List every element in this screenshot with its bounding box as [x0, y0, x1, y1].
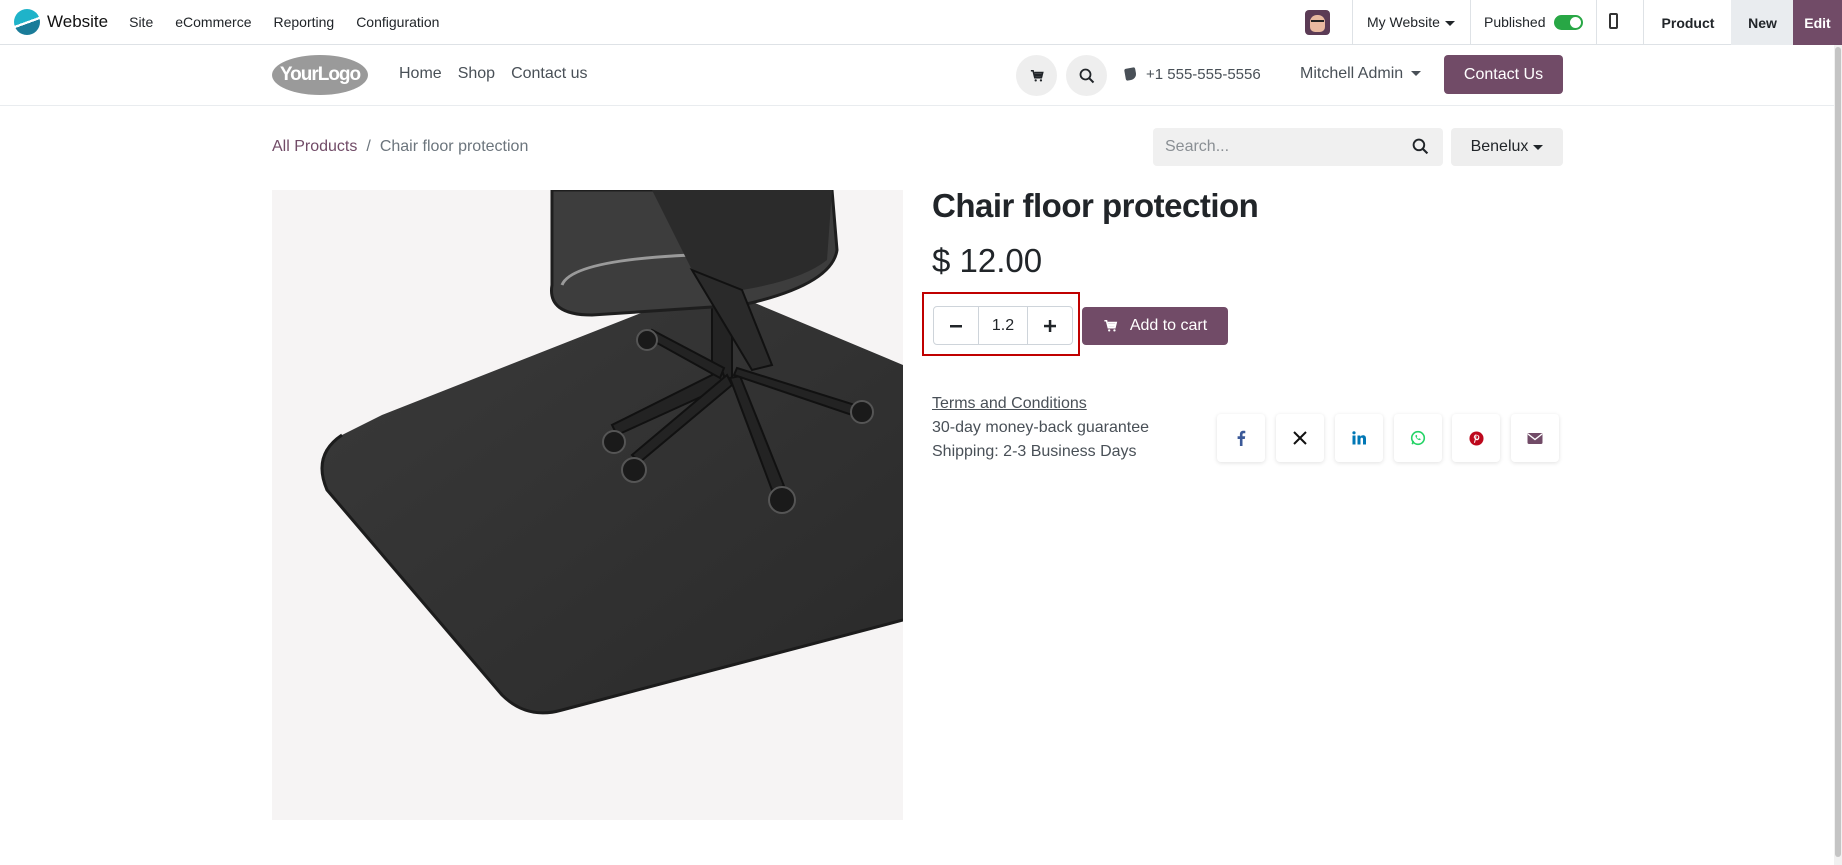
linkedin-icon [1352, 431, 1366, 445]
shipping-text: Shipping: 2-3 Business Days [932, 443, 1137, 460]
x-icon [1293, 431, 1307, 445]
breadcrumb-separator: / [366, 138, 371, 155]
pricelist-dropdown[interactable]: Benelux [1451, 128, 1563, 166]
facebook-icon [1237, 430, 1246, 446]
chevron-down-icon [1533, 144, 1544, 150]
terms-link[interactable]: Terms and Conditions [932, 395, 1087, 413]
email-icon [1527, 432, 1543, 444]
user-avatar[interactable] [1305, 10, 1330, 35]
contact-us-button[interactable]: Contact Us [1444, 55, 1563, 94]
new-button[interactable]: New [1731, 0, 1794, 45]
add-to-cart-button[interactable]: Add to cart [1082, 307, 1228, 345]
mobile-preview-icon[interactable] [1609, 13, 1618, 29]
decrease-quantity-button[interactable] [934, 307, 978, 344]
pinterest-icon [1468, 430, 1484, 446]
menu-configuration[interactable]: Configuration [345, 14, 450, 30]
add-to-cart-label: Add to cart [1129, 317, 1208, 334]
breadcrumb: All Products / Chair floor protection [272, 138, 528, 156]
nav-contact-us[interactable]: Contact us [511, 65, 587, 83]
search-icon[interactable] [1412, 138, 1429, 155]
divider [1596, 0, 1597, 45]
search-input[interactable] [1153, 128, 1403, 166]
published-label: Published [1484, 14, 1546, 30]
scrollbar-thumb[interactable] [1835, 47, 1841, 857]
product-button[interactable]: Product [1643, 0, 1732, 45]
user-menu[interactable]: Mitchell Admin [1300, 65, 1422, 83]
app-brand[interactable]: Website [0, 0, 108, 45]
product-name: Chair floor protection [932, 187, 1259, 224]
divider [1470, 0, 1471, 45]
website-app-icon [14, 9, 40, 35]
edit-button[interactable]: Edit [1793, 0, 1842, 45]
quantity-stepper [933, 306, 1073, 345]
menu-ecommerce[interactable]: eCommerce [164, 14, 262, 30]
chevron-down-icon [1444, 20, 1455, 26]
search-toggle-button[interactable] [1066, 55, 1107, 96]
breadcrumb-current: Chair floor protection [379, 138, 529, 155]
published-toggle[interactable] [1554, 15, 1583, 30]
product-image [272, 190, 903, 820]
quantity-input[interactable] [978, 307, 1028, 344]
menu-site[interactable]: Site [118, 14, 164, 30]
increase-quantity-button[interactable] [1028, 307, 1072, 344]
user-name: Mitchell Admin [1300, 65, 1404, 82]
cart-icon [1104, 319, 1118, 332]
app-name: Website [47, 12, 109, 31]
minus-icon [950, 324, 962, 327]
pricelist-label: Benelux [1470, 138, 1529, 155]
search-icon [1079, 68, 1094, 83]
admin-menu: Site eCommerce Reporting Configuration [118, 14, 450, 30]
site-nav: Home Shop Contact us [399, 65, 588, 83]
share-facebook[interactable] [1217, 414, 1265, 462]
phone-icon [1124, 67, 1137, 81]
breadcrumb-all-products[interactable]: All Products [272, 138, 357, 155]
nav-shop[interactable]: Shop [458, 65, 495, 83]
share-linkedin[interactable] [1335, 414, 1383, 462]
cart-button[interactable] [1016, 55, 1057, 96]
website-selector[interactable]: My Website [1367, 14, 1455, 30]
phone-number[interactable]: +1 555-555-5556 [1124, 66, 1261, 83]
share-whatsapp[interactable] [1394, 414, 1442, 462]
product-search [1153, 128, 1443, 166]
product-price: $ 12.00 [932, 242, 1043, 279]
share-pinterest[interactable] [1452, 414, 1500, 462]
guarantee-text: 30-day money-back guarantee [932, 419, 1150, 436]
cart-icon [1030, 69, 1044, 82]
site-header: YourLogo Home Shop Contact us +1 555-555… [0, 45, 1842, 106]
phone-text: +1 555-555-5556 [1146, 66, 1261, 83]
menu-reporting[interactable]: Reporting [262, 14, 345, 30]
site-logo[interactable]: YourLogo [272, 55, 368, 95]
nav-home[interactable]: Home [399, 65, 442, 83]
divider [1352, 0, 1353, 45]
whatsapp-icon [1410, 430, 1426, 446]
share-x[interactable] [1276, 414, 1324, 462]
website-selector-label: My Website [1367, 14, 1440, 30]
chevron-down-icon [1411, 71, 1422, 77]
chair-mat-illustration [320, 190, 903, 715]
plus-icon [1044, 319, 1056, 332]
share-email[interactable] [1511, 414, 1559, 462]
